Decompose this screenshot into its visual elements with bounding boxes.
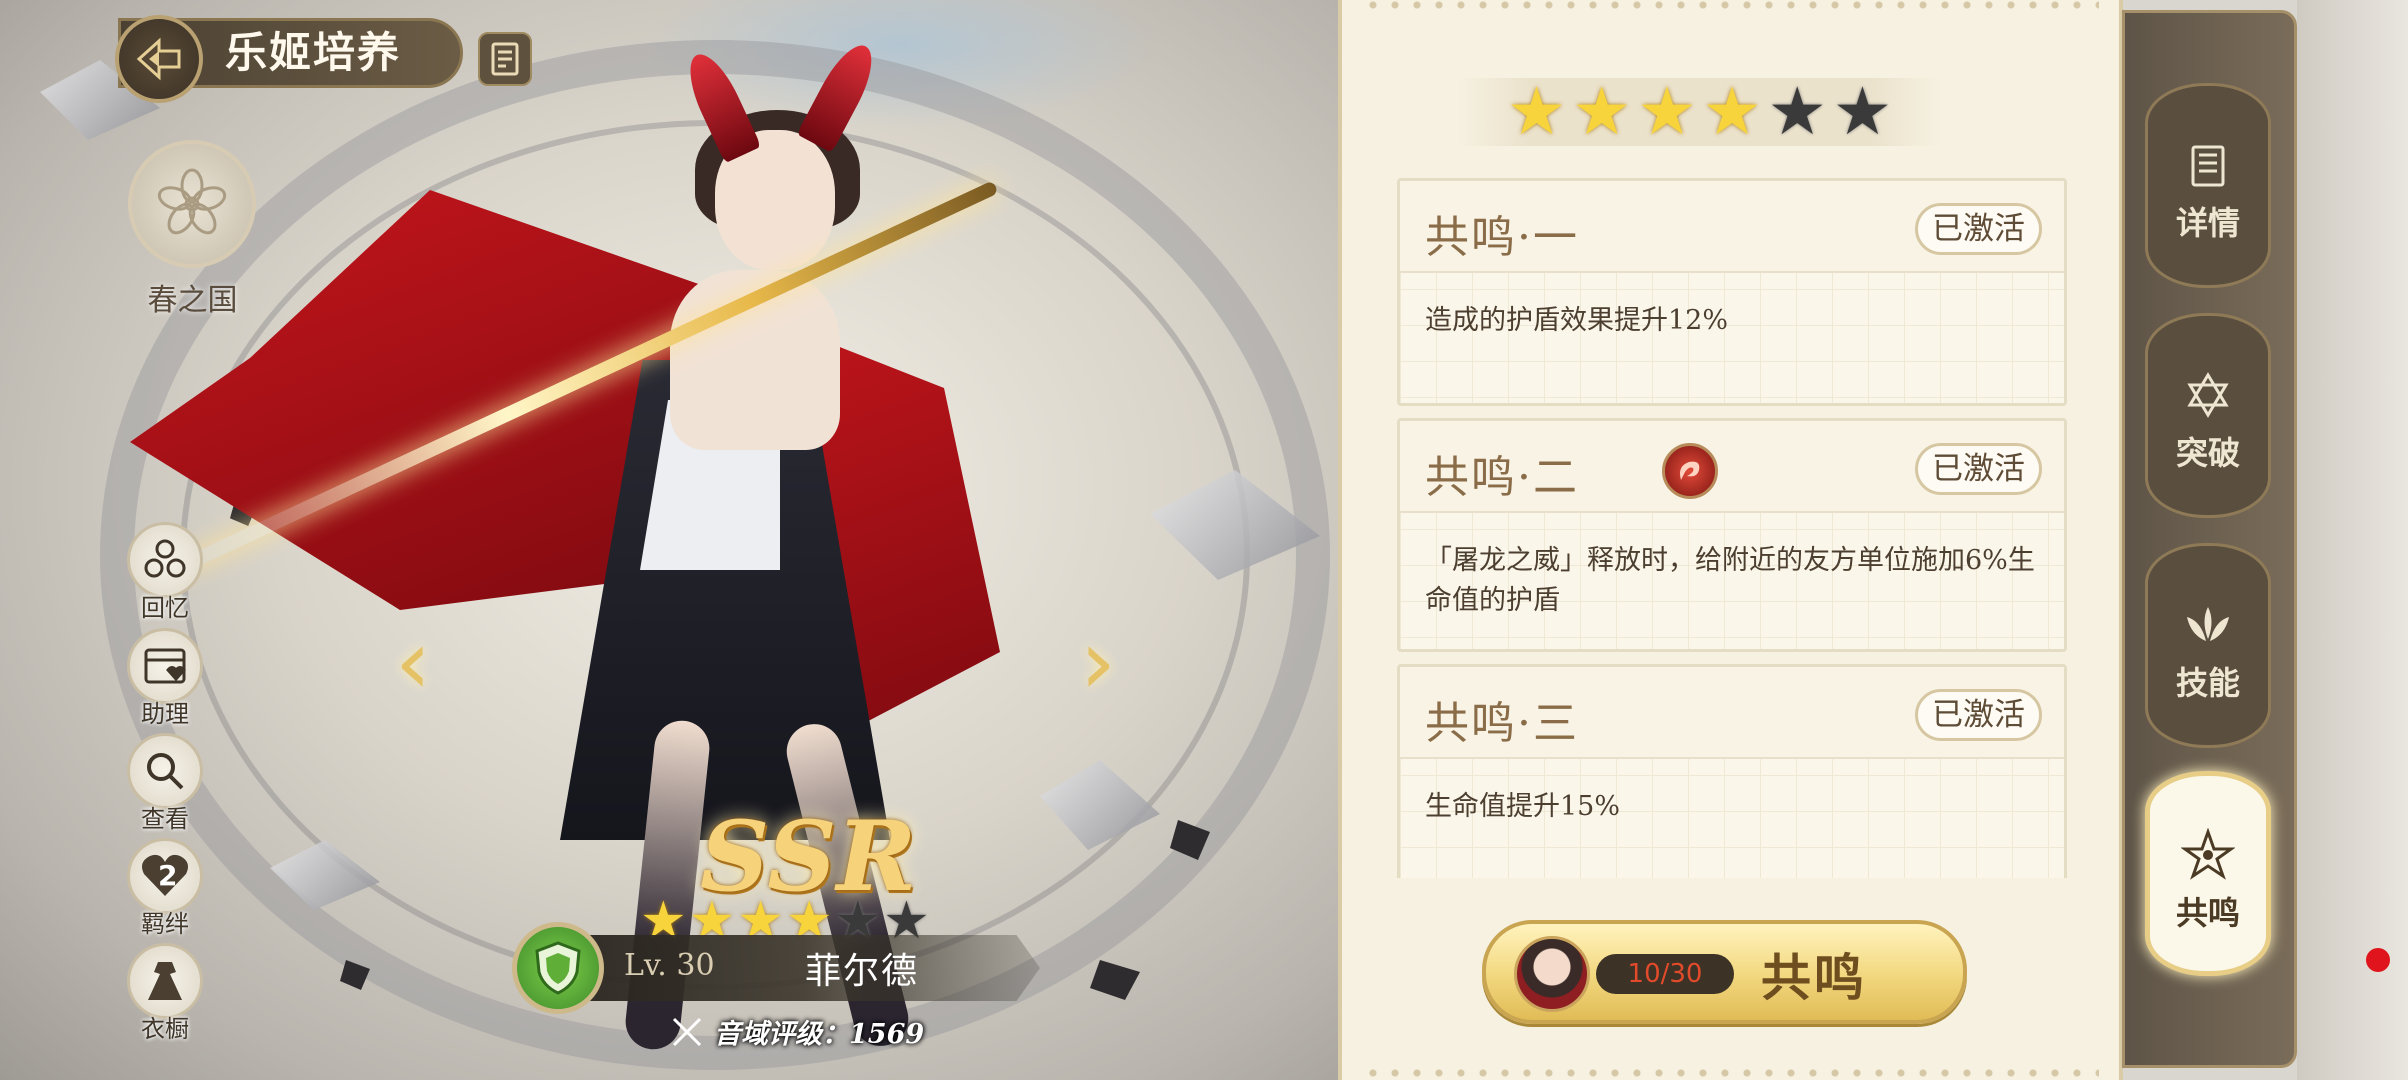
resonance-card: 共鸣·三 已激活 生命值提升15% [1397,664,2067,878]
star-filled-icon: ★ [1702,73,1762,150]
assistant-button[interactable]: 助理 [122,628,208,729]
faction-name: 春之国 [147,283,238,318]
panel-border-bottom [1362,1068,2099,1078]
resonance-card-header: 共鸣·二 已激活 [1400,421,2064,513]
resonance-title: 共鸣·二 [1425,452,1579,503]
dress-icon [127,943,203,1019]
book-icon [2148,136,2268,194]
view-label: 查看 [141,805,189,833]
star-filled-icon: ★ [1572,73,1632,150]
next-character-arrow-icon[interactable]: › [1080,610,1116,715]
memory-button[interactable]: 回忆 [122,522,208,623]
archive-button[interactable] [478,32,532,86]
resonance-list[interactable]: 共鸣·一 已激活 造成的护盾效果提升12% 共鸣·二 已激活 「屠龙之威」释放时… [1397,178,2067,878]
page-title: 乐姬培养 [225,28,402,77]
hexagram-icon [2148,366,2268,424]
tab-breakthrough-label: 突破 [2175,434,2240,472]
character-name: 菲尔德 [805,951,920,992]
tab-details[interactable]: 详情 [2145,83,2271,288]
star-filled-icon: ★ [1506,73,1567,150]
right-nav: 详情 突破 技能 共鸣 [2122,10,2297,1068]
assistant-label: 助理 [141,700,189,728]
resonance-description: 造成的护盾效果提升12% [1425,305,1729,336]
resonance-material-count: 10/30 [1596,954,1734,994]
star-empty-icon: ★ [1832,73,1893,150]
wardrobe-button[interactable]: 衣橱 [122,943,208,1044]
tab-skills[interactable]: 技能 [2145,543,2271,748]
notification-dot[interactable] [2366,948,2390,972]
resonance-title: 共鸣·三 [1425,698,1579,749]
resonance-status-badge: 已激活 [1915,443,2042,495]
resonance-description: 生命值提升15% [1425,791,1621,822]
wardrobe-label: 衣橱 [141,1015,189,1043]
bond-button[interactable]: 2 羁绊 [122,838,208,939]
class-badge[interactable] [512,922,604,1014]
bond-count: 2 [158,859,178,892]
star-empty-icon: ★ [1767,73,1827,150]
star-filled-icon: ★ [1637,73,1697,150]
character-level: Lv. 30 [624,948,715,983]
resonance-material-portrait [1514,936,1590,1012]
background-edge [2297,0,2408,1080]
resonance-card: 共鸣·一 已激活 造成的护盾效果提升12% [1397,178,2067,406]
resonate-button[interactable]: 10/30 共鸣 [1482,920,1967,1024]
back-arrow-icon [136,37,181,81]
resonance-status-badge: 已激活 [1915,203,2042,255]
resonate-button-label: 共鸣 [1761,948,1867,1007]
resonance-title: 共鸣·一 [1425,212,1579,263]
tab-skills-label: 技能 [2175,664,2240,702]
resonance-panel: ★ ★ ★ ★ ★ ★ 共鸣·一 已激活 造成的护盾效果提升12% 共鸣·二 已激活 「屠… [1338,0,2123,1080]
cherry-blossom-icon [157,168,227,235]
tab-breakthrough[interactable]: 突破 [2145,313,2271,518]
bond-label: 羁绊 [141,910,189,938]
resonance-stars: ★ ★ ★ ★ ★ ★ [1457,78,1942,146]
resonance-card-header: 共鸣·三 已激活 [1400,667,2064,759]
resonance-card-header: 共鸣·一 已激活 [1400,181,2064,273]
tab-resonance[interactable]: 共鸣 [2145,771,2271,976]
tab-resonance-label: 共鸣 [2175,894,2240,932]
tab-details-label: 详情 [2175,204,2240,242]
view-button[interactable]: 查看 [122,733,208,834]
dragon-skill-icon[interactable] [1662,443,1718,499]
magnifier-icon [127,733,203,809]
resonance-description: 「屠龙之威」释放时，给附近的友方单位施加6%生命值的护盾 [1425,545,2035,616]
resonance-status-badge: 已激活 [1915,689,2042,741]
heart-icon: 2 [127,838,203,914]
resonance-star-icon [2150,826,2266,884]
crossed-swords-icon [672,1017,702,1046]
memory-label: 回忆 [141,594,189,622]
memory-icon [127,522,203,598]
panel-border-top [1362,0,2099,10]
lotus-icon [2148,596,2268,654]
assistant-icon [127,628,203,704]
previous-character-arrow-icon[interactable]: ‹ [395,610,431,715]
debris-rock [1090,960,1140,1000]
faction-emblem[interactable] [128,140,256,268]
archive-icon [491,42,519,76]
back-button[interactable] [115,15,203,103]
range-rating: 音域评级：1569 [670,1012,924,1051]
shield-icon [535,941,581,995]
range-rating-value: 音域评级：1569 [714,1019,925,1050]
resonance-card: 共鸣·二 已激活 「屠龙之威」释放时，给附近的友方单位施加6%生命值的护盾 [1397,418,2067,652]
